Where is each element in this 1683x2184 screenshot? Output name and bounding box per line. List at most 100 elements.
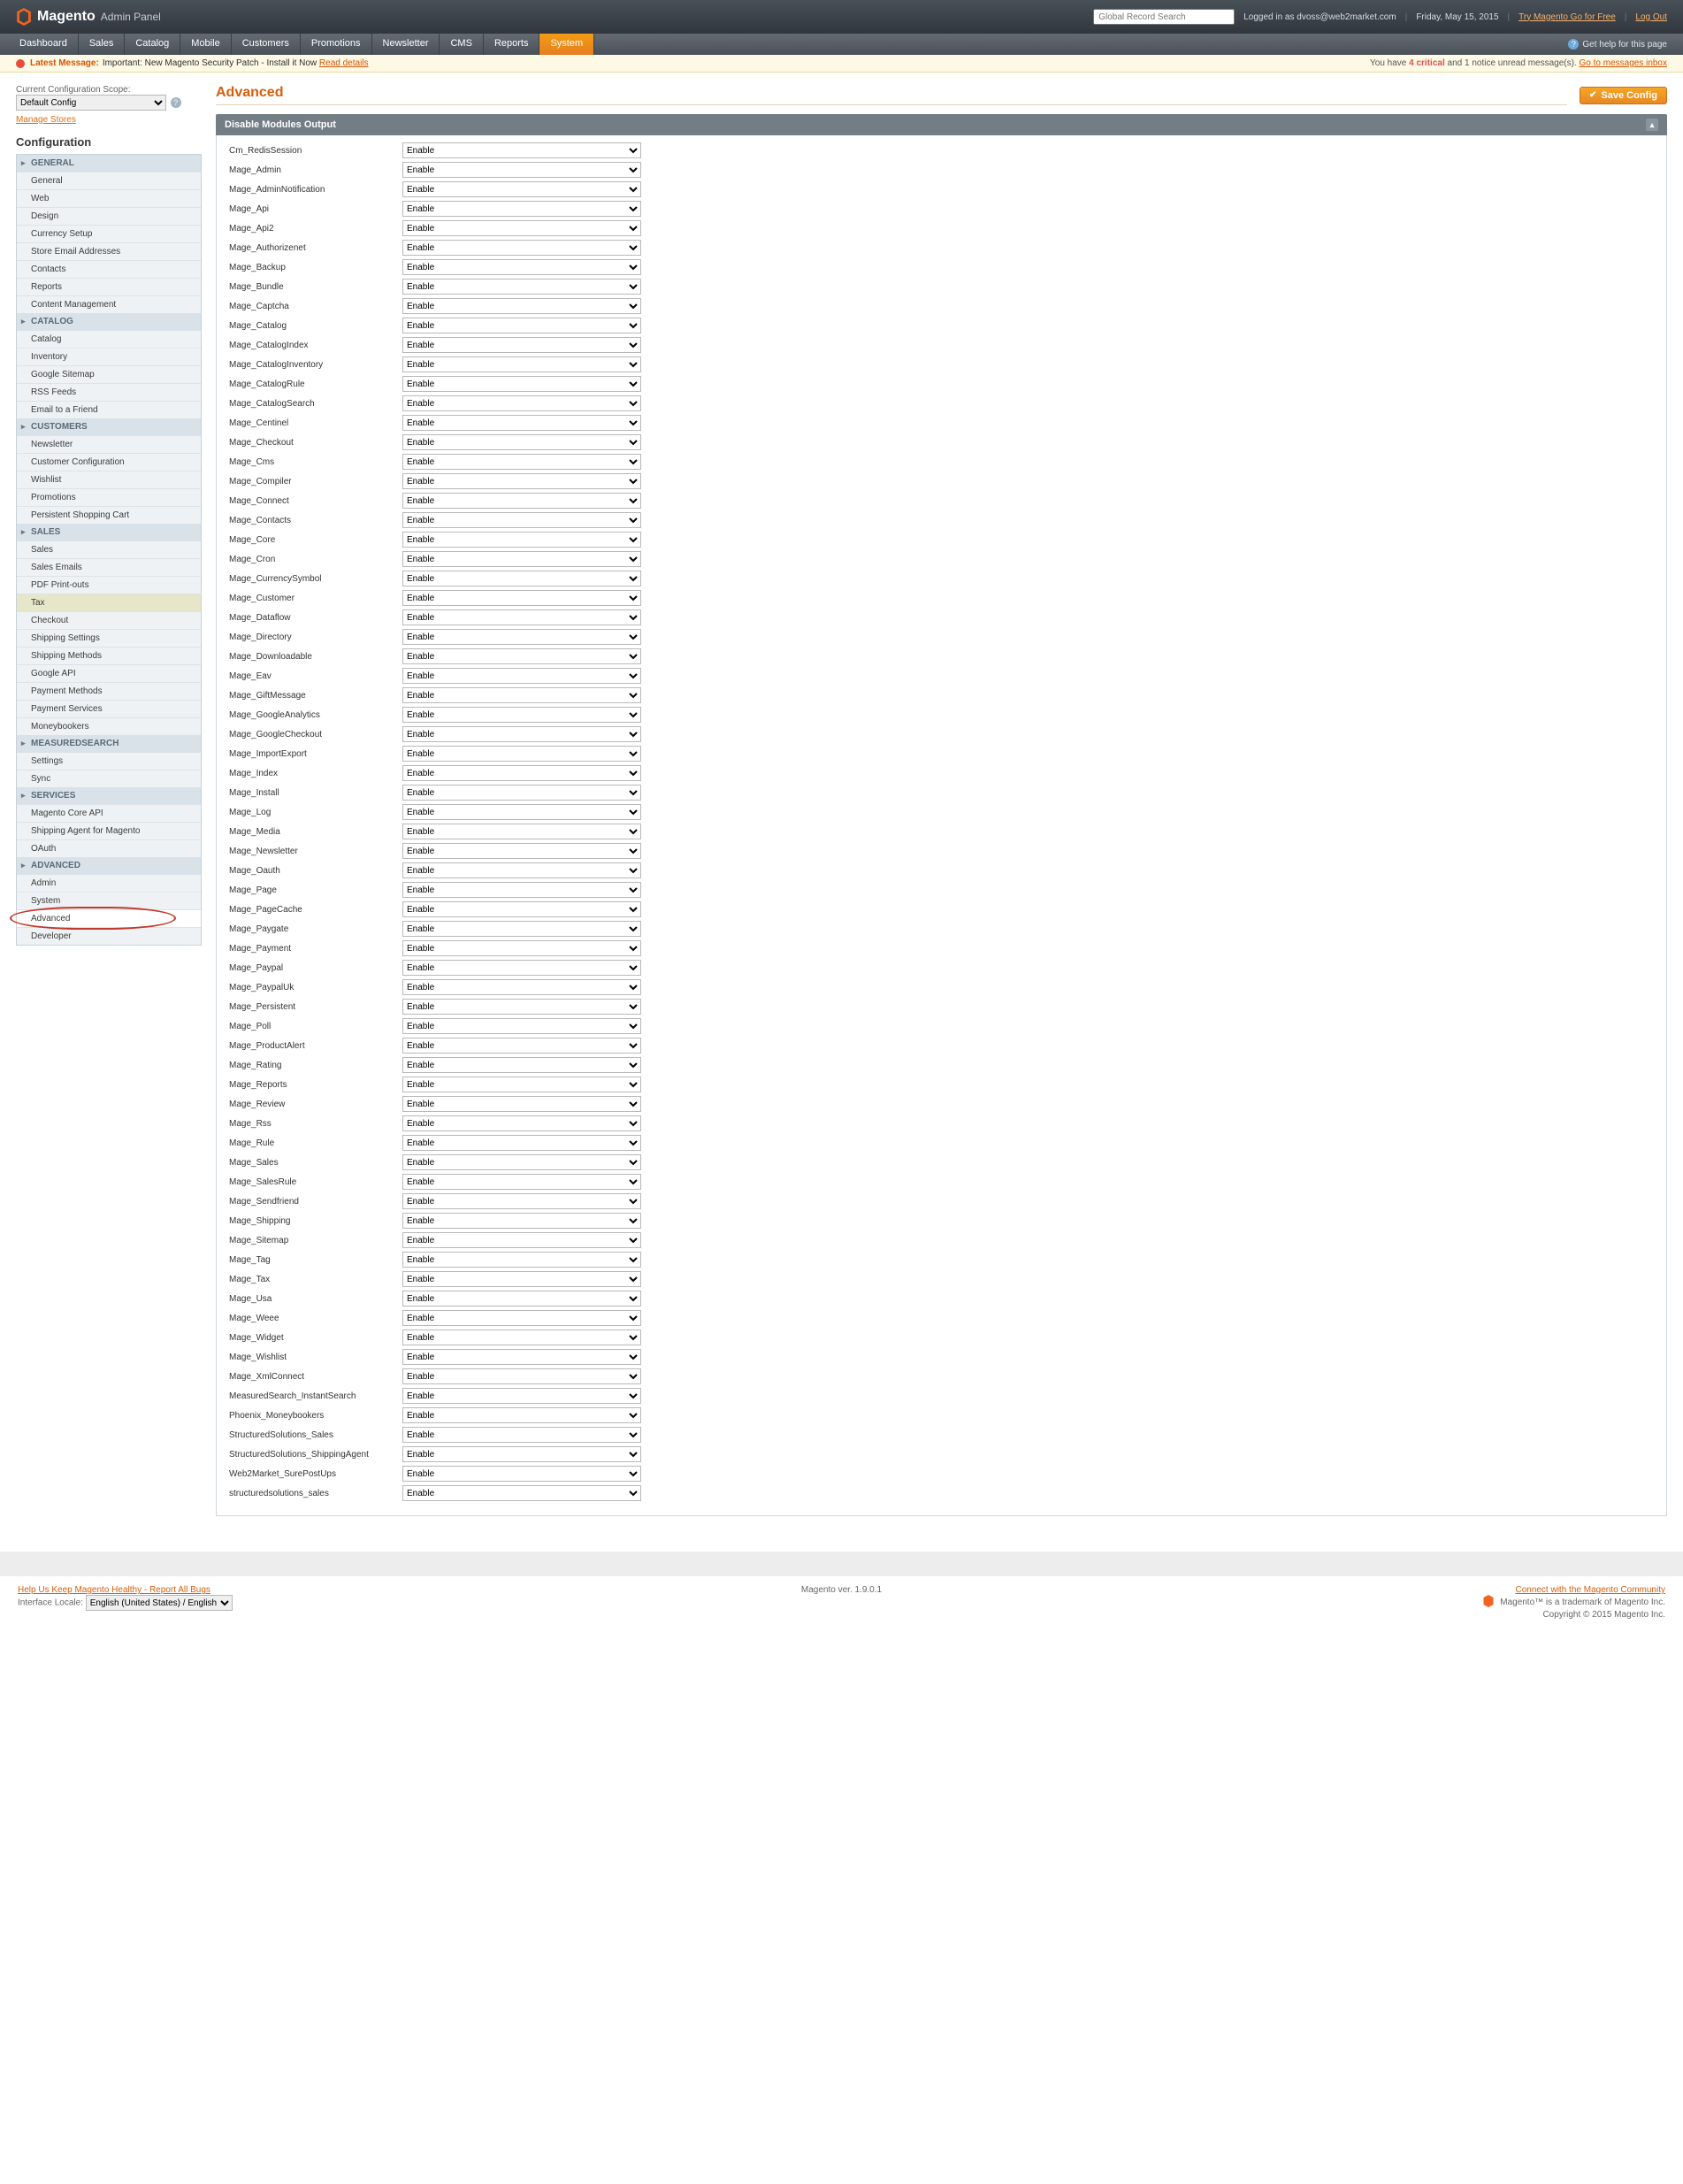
module-enable-select[interactable]: Enable — [402, 862, 641, 878]
messages-inbox-link[interactable]: Go to messages inbox — [1580, 58, 1668, 68]
config-item-sales-emails[interactable]: Sales Emails — [17, 558, 201, 576]
config-item-content-management[interactable]: Content Management — [17, 295, 201, 313]
module-enable-select[interactable]: Enable — [402, 376, 641, 392]
module-enable-select[interactable]: Enable — [402, 1466, 641, 1482]
module-enable-select[interactable]: Enable — [402, 1349, 641, 1365]
nav-tab-promotions[interactable]: Promotions — [301, 34, 372, 55]
module-enable-select[interactable]: Enable — [402, 181, 641, 197]
config-item-tax[interactable]: Tax — [17, 594, 201, 611]
module-enable-select[interactable]: Enable — [402, 901, 641, 917]
config-item-shipping-settings[interactable]: Shipping Settings — [17, 629, 201, 647]
config-item-newsletter[interactable]: Newsletter — [17, 435, 201, 453]
config-section-customers[interactable]: CUSTOMERS — [17, 418, 201, 435]
module-enable-select[interactable]: Enable — [402, 142, 641, 158]
config-item-general[interactable]: General — [17, 172, 201, 189]
config-item-shipping-methods[interactable]: Shipping Methods — [17, 647, 201, 664]
module-enable-select[interactable]: Enable — [402, 746, 641, 762]
module-enable-select[interactable]: Enable — [402, 1310, 641, 1326]
nav-tab-newsletter[interactable]: Newsletter — [372, 34, 440, 55]
module-enable-select[interactable]: Enable — [402, 1427, 641, 1443]
config-item-system[interactable]: System — [17, 892, 201, 909]
nav-tab-cms[interactable]: CMS — [440, 34, 483, 55]
module-enable-select[interactable]: Enable — [402, 356, 641, 372]
logout-link[interactable]: Log Out — [1635, 12, 1667, 22]
config-item-payment-methods[interactable]: Payment Methods — [17, 682, 201, 700]
config-item-promotions[interactable]: Promotions — [17, 488, 201, 506]
module-enable-select[interactable]: Enable — [402, 609, 641, 625]
config-section-measuredsearch[interactable]: MEASUREDSEARCH — [17, 735, 201, 752]
module-enable-select[interactable]: Enable — [402, 1193, 641, 1209]
module-enable-select[interactable]: Enable — [402, 162, 641, 178]
module-enable-select[interactable]: Enable — [402, 512, 641, 528]
config-item-rss-feeds[interactable]: RSS Feeds — [17, 383, 201, 401]
config-item-customer-configuration[interactable]: Customer Configuration — [17, 453, 201, 471]
module-enable-select[interactable]: Enable — [402, 979, 641, 995]
module-enable-select[interactable]: Enable — [402, 629, 641, 645]
module-enable-select[interactable]: Enable — [402, 337, 641, 353]
config-item-pdf-print-outs[interactable]: PDF Print-outs — [17, 576, 201, 594]
config-section-catalog[interactable]: CATALOG — [17, 313, 201, 330]
config-item-catalog[interactable]: Catalog — [17, 330, 201, 348]
module-enable-select[interactable]: Enable — [402, 1446, 641, 1462]
config-item-web[interactable]: Web — [17, 189, 201, 207]
module-enable-select[interactable]: Enable — [402, 1271, 641, 1287]
module-enable-select[interactable]: Enable — [402, 1485, 641, 1501]
module-enable-select[interactable]: Enable — [402, 318, 641, 333]
module-enable-select[interactable]: Enable — [402, 590, 641, 606]
module-enable-select[interactable]: Enable — [402, 1291, 641, 1307]
nav-tab-sales[interactable]: Sales — [79, 34, 126, 55]
collapse-icon[interactable]: ▴ — [1646, 119, 1658, 131]
config-item-inventory[interactable]: Inventory — [17, 348, 201, 365]
try-magento-link[interactable]: Try Magento Go for Free — [1519, 12, 1616, 22]
module-enable-select[interactable]: Enable — [402, 1135, 641, 1151]
module-enable-select[interactable]: Enable — [402, 1154, 641, 1170]
logo[interactable]: Magento Admin Panel — [16, 8, 161, 26]
global-search-input[interactable] — [1093, 9, 1235, 25]
module-enable-select[interactable]: Enable — [402, 1115, 641, 1131]
module-enable-select[interactable]: Enable — [402, 220, 641, 236]
config-item-design[interactable]: Design — [17, 207, 201, 225]
module-enable-select[interactable]: Enable — [402, 843, 641, 859]
config-item-sales[interactable]: Sales — [17, 540, 201, 558]
module-enable-select[interactable]: Enable — [402, 415, 641, 431]
nav-tab-reports[interactable]: Reports — [484, 34, 540, 55]
module-enable-select[interactable]: Enable — [402, 1252, 641, 1268]
scope-help-icon[interactable]: ? — [171, 97, 181, 108]
module-enable-select[interactable]: Enable — [402, 395, 641, 411]
module-enable-select[interactable]: Enable — [402, 1018, 641, 1034]
module-enable-select[interactable]: Enable — [402, 882, 641, 898]
config-item-magento-core-api[interactable]: Magento Core API — [17, 804, 201, 822]
config-item-google-api[interactable]: Google API — [17, 664, 201, 682]
module-enable-select[interactable]: Enable — [402, 960, 641, 976]
config-item-currency-setup[interactable]: Currency Setup — [17, 225, 201, 242]
config-item-shipping-agent-for-magento[interactable]: Shipping Agent for Magento — [17, 822, 201, 839]
module-enable-select[interactable]: Enable — [402, 765, 641, 781]
module-enable-select[interactable]: Enable — [402, 1213, 641, 1229]
module-enable-select[interactable]: Enable — [402, 1038, 641, 1054]
module-enable-select[interactable]: Enable — [402, 551, 641, 567]
module-enable-select[interactable]: Enable — [402, 298, 641, 314]
module-enable-select[interactable]: Enable — [402, 532, 641, 548]
panel-header[interactable]: Disable Modules Output ▴ — [216, 114, 1667, 135]
config-item-checkout[interactable]: Checkout — [17, 611, 201, 629]
config-item-moneybookers[interactable]: Moneybookers — [17, 717, 201, 735]
module-enable-select[interactable]: Enable — [402, 785, 641, 801]
manage-stores-link[interactable]: Manage Stores — [16, 115, 76, 125]
module-enable-select[interactable]: Enable — [402, 493, 641, 509]
config-item-store-email-addresses[interactable]: Store Email Addresses — [17, 242, 201, 260]
module-enable-select[interactable]: Enable — [402, 726, 641, 742]
module-enable-select[interactable]: Enable — [402, 1232, 641, 1248]
save-config-button[interactable]: ✔ Save Config — [1580, 87, 1667, 104]
help-link[interactable]: ? Get help for this page — [1568, 34, 1683, 55]
config-item-persistent-shopping-cart[interactable]: Persistent Shopping Cart — [17, 506, 201, 524]
module-enable-select[interactable]: Enable — [402, 999, 641, 1015]
report-bugs-link[interactable]: Help Us Keep Magento Healthy - Report Al… — [18, 1585, 210, 1595]
module-enable-select[interactable]: Enable — [402, 571, 641, 586]
module-enable-select[interactable]: Enable — [402, 1330, 641, 1345]
config-item-developer[interactable]: Developer — [17, 927, 201, 945]
module-enable-select[interactable]: Enable — [402, 1407, 641, 1423]
config-item-contacts[interactable]: Contacts — [17, 260, 201, 278]
module-enable-select[interactable]: Enable — [402, 804, 641, 820]
module-enable-select[interactable]: Enable — [402, 921, 641, 937]
config-item-payment-services[interactable]: Payment Services — [17, 700, 201, 717]
